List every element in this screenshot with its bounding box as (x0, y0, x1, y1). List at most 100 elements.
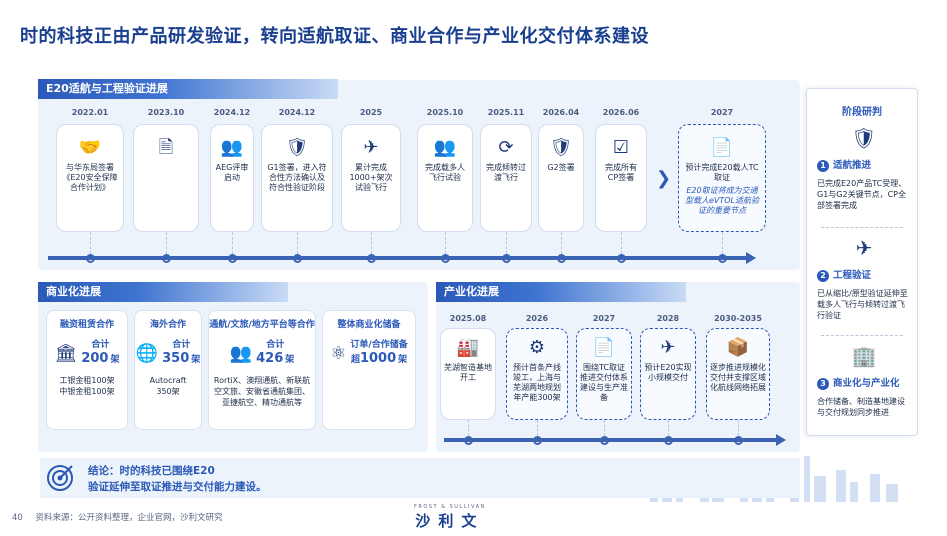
connector-line (668, 420, 669, 436)
commercial-figure: 🏛 合计 200 架 (47, 339, 127, 367)
timeline-date: 2028 (656, 314, 680, 323)
value-line: 超1000 架 (350, 352, 407, 367)
connector-line (506, 232, 507, 254)
cycle-icon: ⟳ (498, 137, 514, 158)
milestone-card: 🤝 与华东局签署《E20安全保障合作计划》 (56, 124, 124, 232)
connector-line (561, 232, 562, 254)
milestone-text: G2签署 (547, 163, 575, 172)
value-line: 200 架 (81, 352, 119, 367)
commercial-value: 合计 350 架 (162, 339, 200, 367)
shield-check-icon: 🛡 (851, 126, 877, 150)
timeline-date: 2026 (525, 314, 549, 323)
commercial-card: 海外合作 🌐 合计 350 架 Autocraft 350架 (134, 310, 202, 430)
value-unit: 架 (285, 355, 295, 365)
conclusion-text: 结论：时的科技已围绕E20 验证延伸至取证推进与交付能力建设。 (88, 463, 267, 495)
milestone-card: ✈ 累计完成1000+架次试验飞行 (341, 124, 401, 232)
industrial-card: ✈ 预计E20实现小规模交付 (640, 328, 696, 420)
commercial-card-title: 海外合作 (149, 320, 186, 330)
timeline-date: 2027 (592, 314, 616, 323)
value-number: 350 (162, 351, 190, 366)
milestone-text: 完成所有CP签署 (605, 163, 637, 182)
connector-line (621, 232, 622, 254)
industrial-text: 预计E20实现小规模交付 (644, 363, 692, 382)
document-icon: 🗎 (158, 137, 174, 158)
commercial-value: 合计 426 架 (256, 339, 294, 367)
milestone-card: ☑ 完成所有CP签署 (595, 124, 647, 232)
milestone-card: 📄 预计完成E20载人TC取证 E20取证将成为交通型载人eVTOL适航验证的重要节… (678, 124, 766, 232)
conclusion-line-2: 验证延伸至取证推进与交付能力建设。 (88, 481, 267, 493)
drone-icon: ✈ (660, 337, 676, 358)
airworthiness-header: E20适航与工程验证进展 (38, 79, 338, 99)
connector-line (537, 420, 538, 436)
industrial-axis-arrow (776, 434, 786, 446)
stage-panel-title: 阶段研判 (842, 107, 882, 118)
milestone-note: E20取证将成为交通型载人eVTOL适航验证的重要节点 (684, 186, 760, 215)
commercial-header: 商业化进展 (38, 282, 288, 302)
industrial-text: 预计首条产线竣工，上海与芜湖两地规划年产能300架 (513, 363, 561, 402)
factory-icon: 🏭 (456, 337, 480, 358)
value-line: 426 架 (256, 352, 294, 367)
milestone-card: 🛡 G2签署 (538, 124, 584, 232)
commercial-detail: 工银金租100架 中银金租100架 (59, 376, 115, 396)
commercial-card: 通航/文旅/地方平台等合作 👥 合计 426 架 RortiX、澳翔通航、新联航空文旅、安… (208, 310, 316, 430)
timeline-date: 2025 (359, 108, 383, 117)
milestone-text: 预计完成E20载人TC取证 (685, 163, 759, 182)
stage-text: 已完成E20产品TC受理、G1与G2关键节点，CP全部签署完成 (817, 179, 907, 210)
milestone-text: 与华东局签署《E20安全保障合作计划》 (62, 163, 118, 192)
network-icon: ⚛ (330, 342, 347, 364)
connector-line (232, 232, 233, 254)
timeline-date: 2024.12 (278, 108, 316, 117)
assembly-icon: ⚙ (528, 337, 546, 358)
industrial-card: ⚙ 预计首条产线竣工，上海与芜湖两地规划年产能300架 (506, 328, 568, 420)
brand-logo: FROST & SULLIVAN 沙利文 (414, 504, 486, 531)
globe-icon: 🌐 (135, 342, 159, 364)
connector-line (445, 232, 446, 254)
commercial-figure: 🌐 合计 350 架 (135, 339, 201, 367)
industrial-text: 逐步推进规模化交付并支撑区域化航线网络拓展 (710, 363, 766, 392)
checklist-icon: ☑ (612, 137, 630, 158)
milestone-text: AEG评审启动 (215, 163, 249, 182)
value-unit: 架 (191, 355, 201, 365)
stage-heading: 1 适航推进 (817, 157, 911, 172)
stage-text: 合作储备、制造基地建设与交付规划同步推进 (817, 397, 905, 417)
stage-text: 已从缩比/原型验证延伸至载多人飞行与倾转过渡飞行验证 (817, 289, 908, 320)
handshake-icon: 🤝 (78, 137, 102, 158)
timeline-date: 2030-2035 (714, 314, 762, 323)
certificate-icon: 📄 (592, 337, 616, 358)
conclusion-line-1: 结论：时的科技已围绕E20 (88, 465, 215, 477)
commercial-value: 订单/合作储备 超1000 架 (350, 339, 407, 367)
industrial-card: 📦 逐步推进规模化交付并支撑区域化航线网络拓展 (706, 328, 770, 420)
stage-item: 🛡 1 适航推进已完成E20产品TC受理、G1与G2关键节点，CP全部签署完成 (817, 125, 911, 211)
timeline-date: 2027 (710, 108, 734, 117)
footer: 40 资料来源：公开资料整理，企业官网，沙利文研究 (12, 511, 223, 523)
stage-label: 适航推进 (833, 160, 872, 171)
commercial-card-title: 通航/文旅/地方平台等合作 (209, 320, 315, 330)
bank-icon: 🏛 (54, 342, 78, 364)
airworthiness-axis-arrow (746, 252, 756, 264)
commercial-figure: 👥 合计 426 架 (209, 339, 315, 367)
connector-line (297, 232, 298, 254)
connector-line (738, 420, 739, 436)
value-number: 200 (81, 351, 109, 366)
milestone-text: G1签署，进入符合性方法确认及符合性验证阶段 (267, 163, 327, 192)
target-icon (47, 465, 73, 491)
chevron-right-icon: ❯ (656, 168, 672, 189)
stage-label: 工程验证 (833, 270, 872, 281)
value-line: 350 架 (162, 352, 200, 367)
connector-line (722, 232, 723, 254)
industrial-card: 🏭 芜湖智造基地开工 (440, 328, 496, 420)
team-icon: 👥 (433, 137, 457, 158)
value-unit: 架 (110, 355, 120, 365)
value-number: 426 (256, 351, 284, 366)
stage-heading: 3 商业化与产业化 (817, 375, 911, 390)
timeline-date: 2023.10 (147, 108, 185, 117)
stage-number: 3 (817, 378, 829, 390)
connector-line (90, 232, 91, 254)
shield-check-icon: 🛡 (285, 137, 309, 158)
drone-icon: ✈ (363, 137, 379, 158)
connector-line (166, 232, 167, 254)
page-title: 时的科技正由产品研发验证，转向适航取证、商业合作与产业化交付体系建设 (20, 26, 649, 47)
commercial-figure: ⚛ 订单/合作储备 超1000 架 (323, 339, 415, 367)
timeline-date: 2026.06 (602, 108, 640, 117)
timeline-date: 2025.10 (426, 108, 464, 117)
